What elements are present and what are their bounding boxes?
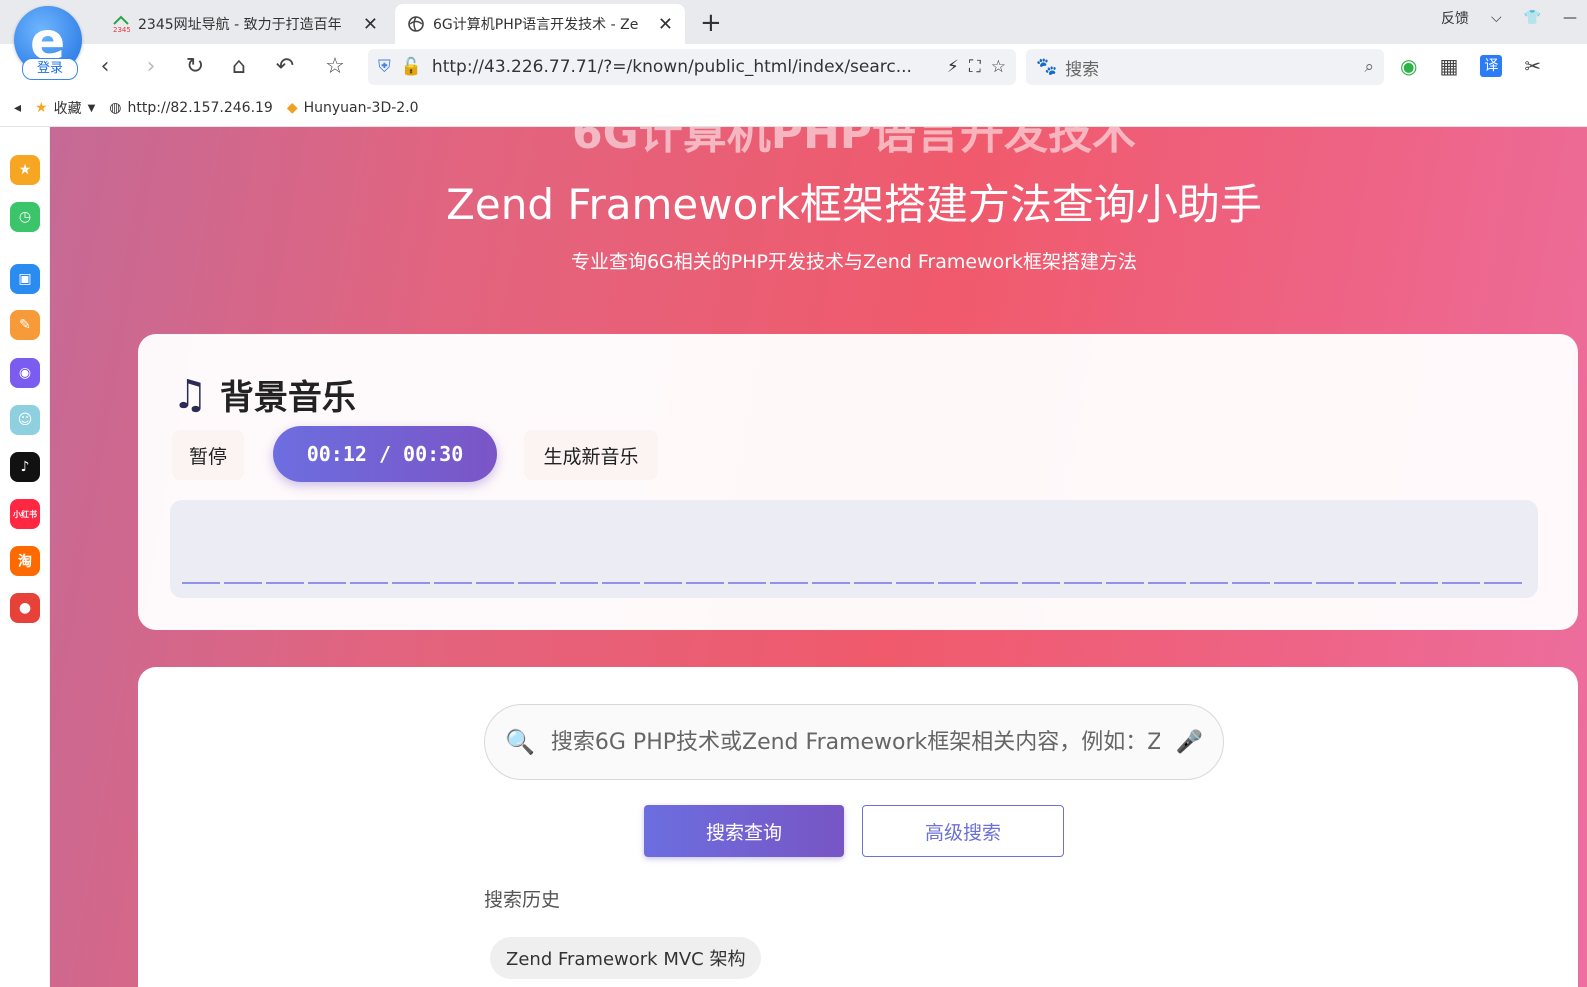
undo-close-icon[interactable]: ↶ — [272, 54, 298, 80]
star-icon[interactable]: ☆ — [991, 57, 1006, 77]
feedback-button[interactable]: 反馈 — [1441, 8, 1469, 28]
caret-down-icon: ▼ — [87, 102, 96, 114]
advanced-search-button[interactable]: 高级搜索 — [862, 805, 1064, 857]
favorites-list-icon[interactable]: ☆ — [322, 54, 348, 80]
toolbar-extensions: ◉ ▦ 译 ✂ — [1400, 54, 1541, 78]
bookmarks-bar: ◂ ★ 收藏 ▼ ◍ http://82.157.246.19 ◆ Hunyua… — [0, 90, 1587, 127]
bookmark-ip[interactable]: ◍ http://82.157.246.19 — [109, 100, 273, 116]
tab-bar: 2345 2345网址导航 - 致力于打造百年 ✕ 6G计算机PHP语言开发技术… — [0, 0, 1587, 44]
navigation-bar: ‹ › ↻ ⌂ ↶ ☆ ⛨ 🔓 http://43.226.77.71/?=/k… — [0, 44, 1587, 90]
search-input-container[interactable]: 🔍 🎤 — [484, 704, 1224, 780]
url-text[interactable]: http://43.226.77.71/?=/known/public_html… — [432, 57, 937, 77]
magnifier-icon: 🔍 — [505, 728, 535, 756]
translate-icon[interactable]: 译 — [1480, 55, 1503, 77]
screenshot-icon[interactable]: ⛶ — [969, 57, 981, 77]
bookmark-label: Hunyuan-3D-2.0 — [303, 100, 419, 116]
browser-search-placeholder: 搜索 — [1065, 59, 1100, 80]
search-card: 🔍 🎤 搜索查询 高级搜索 搜索历史 Zend Framework MVC 架构 — [138, 667, 1578, 987]
reload-icon[interactable]: ↻ — [182, 54, 208, 80]
browser-sidebar: ★ ◷ ▣ ✎ ◉ ☺ ♪ 小红书淘 ● — [0, 127, 50, 987]
music-heading-text: 背景音乐 — [219, 378, 356, 418]
xiaohongshu-icon[interactable]: 小红书 — [10, 499, 40, 529]
apps-grid-icon[interactable]: ▦ — [1439, 54, 1458, 78]
close-tab-icon[interactable]: ✕ — [658, 14, 673, 35]
baidu-paw-icon: 🐾 — [1036, 57, 1058, 77]
forward-icon[interactable]: › — [138, 54, 164, 80]
search-icon[interactable]: ⌕ — [1364, 57, 1374, 77]
draw-icon[interactable]: ✎ — [10, 310, 40, 340]
tab-6g-php[interactable]: 6G计算机PHP语言开发技术 - Ze ✕ — [395, 4, 685, 44]
search-button[interactable]: 搜索查询 — [644, 805, 844, 857]
music-card: ♫ 背景音乐 暂停 00:12 / 00:30 生成新音乐 — [138, 334, 1578, 630]
browser-search-box[interactable]: 🐾 搜索 ⌕ — [1026, 49, 1384, 85]
music-note-icon: ♫ — [172, 371, 208, 418]
lightning-icon[interactable]: ⚡ — [947, 57, 959, 77]
skin-icon[interactable]: 👕 — [1524, 10, 1541, 26]
eye-care-icon[interactable]: ◉ — [1400, 54, 1417, 78]
bookmark-label: http://82.157.246.19 — [127, 100, 273, 116]
minimize-icon[interactable]: — — [1563, 10, 1577, 26]
browser-logo[interactable]: e 登录 — [10, 4, 86, 80]
search-history-item[interactable]: Zend Framework MVC 架构 — [490, 937, 762, 979]
game-icon[interactable]: ◉ — [10, 358, 40, 388]
bookmark-label: 收藏 — [53, 101, 82, 117]
globe-icon — [408, 16, 424, 32]
chevron-down-icon[interactable]: ⌵ — [1491, 10, 1502, 26]
login-button[interactable]: 登录 — [22, 58, 78, 80]
tab-title: 6G计算机PHP语言开发技术 - Ze — [433, 17, 639, 33]
music-visualizer — [170, 500, 1538, 598]
tiktok-icon[interactable]: ♪ — [10, 452, 40, 482]
search-input[interactable] — [548, 728, 1162, 756]
pause-button[interactable]: 暂停 — [172, 430, 244, 480]
window-controls: 反馈 ⌵ 👕 — — [1441, 8, 1587, 28]
hero-top-title: 6G计算机PHP语言开发技术 — [571, 127, 1137, 159]
address-bar[interactable]: ⛨ 🔓 http://43.226.77.71/?=/known/public_… — [368, 49, 1016, 85]
search-history-label: 搜索历史 — [484, 889, 561, 911]
bookmark-favorites[interactable]: ★ 收藏 ▼ — [35, 98, 95, 118]
hunyuan-icon: ◆ — [286, 100, 298, 116]
new-tab-button[interactable]: + — [700, 8, 722, 38]
scissors-icon[interactable]: ✂ — [1524, 54, 1541, 78]
history-icon[interactable]: ◷ — [10, 202, 40, 232]
favorites-icon[interactable]: ★ — [10, 155, 40, 185]
page-subtitle: 专业查询6G相关的PHP开发技术与Zend Framework框架搭建方法 — [570, 251, 1138, 273]
page-title: Zend Framework框架搭建方法查询小助手 — [446, 180, 1262, 229]
music-heading: ♫ 背景音乐 — [172, 370, 356, 419]
microphone-icon[interactable]: 🎤 — [1176, 730, 1203, 755]
tab-title: 2345网址导航 - 致力于打造百年 — [138, 17, 342, 33]
close-tab-icon[interactable]: ✕ — [363, 14, 378, 35]
svg-text:2345: 2345 — [113, 26, 130, 33]
star-icon: ★ — [35, 100, 48, 116]
sidebar-toggle-icon[interactable]: ◂ — [14, 100, 21, 116]
taobao-icon[interactable]: 淘 — [10, 546, 40, 576]
house-icon: 2345 — [113, 15, 130, 33]
music-time-display: 00:12 / 00:30 — [273, 426, 497, 482]
globe-icon: ◍ — [109, 100, 122, 116]
web-page: 6G计算机PHP语言开发技术 Zend Framework框架搭建方法查询小助手… — [50, 127, 1587, 987]
shield-icon[interactable]: ⛨ — [378, 57, 391, 77]
avatar-app-icon[interactable]: ☺ — [10, 405, 40, 435]
home-icon[interactable]: ⌂ — [226, 54, 252, 80]
visualizer-bars — [182, 582, 1526, 584]
bookmark-hunyuan[interactable]: ◆ Hunyuan-3D-2.0 — [287, 100, 419, 116]
tab-2345[interactable]: 2345 2345网址导航 - 致力于打造百年 ✕ — [100, 4, 390, 44]
back-icon[interactable]: ‹ — [92, 54, 118, 80]
generate-music-button[interactable]: 生成新音乐 — [524, 430, 658, 480]
toolbox-icon[interactable]: ▣ — [10, 264, 40, 294]
mascot-icon[interactable]: ● — [10, 593, 40, 623]
insecure-lock-icon[interactable]: 🔓 — [401, 57, 422, 77]
